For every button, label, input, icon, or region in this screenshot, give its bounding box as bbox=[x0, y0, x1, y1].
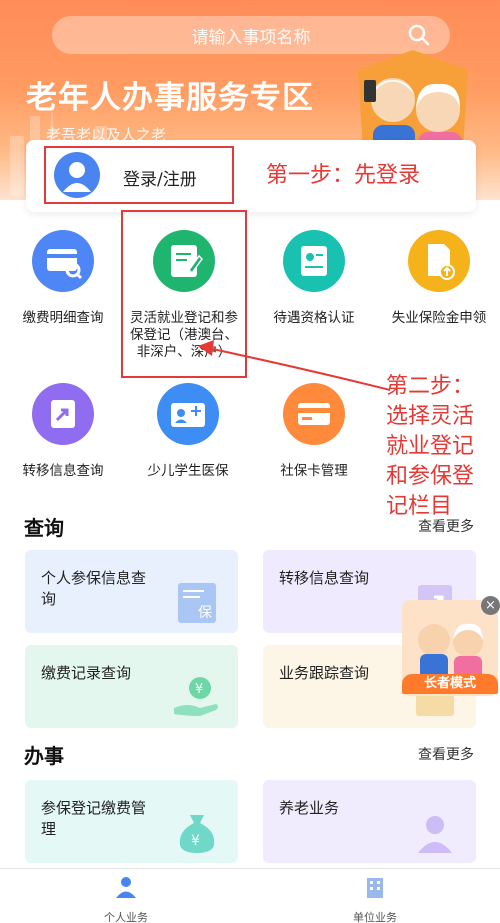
service-transfer-info-query[interactable]: 转移信息查询 bbox=[3, 383, 123, 480]
card-label: 转移信息查询 bbox=[279, 569, 370, 587]
card-label: 养老业务 bbox=[279, 799, 340, 817]
card-personal-insurance-info-query[interactable]: 个人参保信息查询 保 bbox=[25, 550, 238, 633]
service-payment-detail-query[interactable]: 缴费明细查询 bbox=[3, 230, 123, 327]
query-see-more-link[interactable]: 查看更多 bbox=[418, 516, 474, 536]
document-upload-icon bbox=[408, 230, 470, 292]
card-art-text: ¥ bbox=[191, 833, 200, 849]
service-label: 转移信息查询 bbox=[22, 463, 104, 479]
nav-company-business[interactable]: 单位业务 bbox=[315, 875, 435, 923]
card-label: 缴费记录查询 bbox=[41, 664, 132, 682]
service-label: 缴费明细查询 bbox=[22, 310, 104, 326]
nav-label: 个人业务 bbox=[104, 911, 148, 923]
search-placeholder: 请输入事项名称 bbox=[191, 27, 311, 48]
card-label: 业务跟踪查询 bbox=[279, 664, 370, 682]
person-icon bbox=[116, 877, 136, 898]
money-bag-icon: ¥ bbox=[179, 815, 215, 853]
step2-line: 和参保登 bbox=[386, 464, 475, 489]
step2-annotation: 第二步： 选择灵活 就业登记 和参保登 记栏目 bbox=[386, 372, 496, 522]
work-see-more-link[interactable]: 查看更多 bbox=[418, 744, 474, 764]
transfer-icon bbox=[32, 383, 94, 445]
service-label: 失业保险金申领 bbox=[391, 310, 487, 326]
step2-line: 第二步： bbox=[386, 374, 475, 399]
service-label: 社保卡管理 bbox=[280, 463, 348, 479]
id-verify-icon bbox=[283, 230, 345, 292]
annotation-arrow bbox=[198, 340, 391, 391]
card-search-icon bbox=[32, 230, 94, 292]
step2-line: 就业登记 bbox=[386, 434, 475, 459]
bottom-navigation: 个人业务 单位业务 bbox=[0, 868, 500, 923]
coin-hand-icon: ¥ bbox=[174, 677, 218, 716]
nav-label: 单位业务 bbox=[353, 911, 397, 923]
pension-icon bbox=[418, 816, 452, 853]
work-section-title: 办事 bbox=[24, 744, 64, 768]
login-highlight-box bbox=[44, 146, 234, 204]
elder-mode-label[interactable]: 长者模式 bbox=[402, 674, 498, 694]
close-elder-mode-button[interactable]: × bbox=[481, 596, 500, 615]
service-label: 待遇资格认证 bbox=[273, 310, 355, 326]
card-label: 个人参保信息查询 bbox=[41, 569, 147, 608]
query-section-title: 查询 bbox=[24, 516, 64, 540]
card-art-text: ¥ bbox=[195, 682, 203, 697]
service-label: 少儿学生医保 bbox=[147, 463, 229, 479]
card-art-text: 保 bbox=[198, 605, 212, 621]
nav-personal-business[interactable]: 个人业务 bbox=[66, 875, 186, 923]
page-title: 老年人办事服务专区 bbox=[26, 80, 314, 116]
step2-line: 选择灵活 bbox=[386, 404, 475, 429]
service-benefit-qualification-verification[interactable]: 待遇资格认证 bbox=[254, 230, 374, 327]
service-unemployment-insurance-claim[interactable]: 失业保险金申领 bbox=[379, 230, 499, 327]
card-label: 参保登记缴费管理 bbox=[41, 799, 147, 838]
step1-annotation: 第一步：先登录 bbox=[266, 163, 421, 188]
card-payment-record-query[interactable]: 缴费记录查询 ¥ bbox=[25, 645, 238, 728]
card-pension-business[interactable]: 养老业务 bbox=[263, 780, 476, 863]
insurance-document-icon: 保 bbox=[178, 583, 216, 623]
building-icon bbox=[367, 878, 383, 898]
card-insurance-registration-payment[interactable]: 参保登记缴费管理 ¥ bbox=[25, 780, 238, 863]
